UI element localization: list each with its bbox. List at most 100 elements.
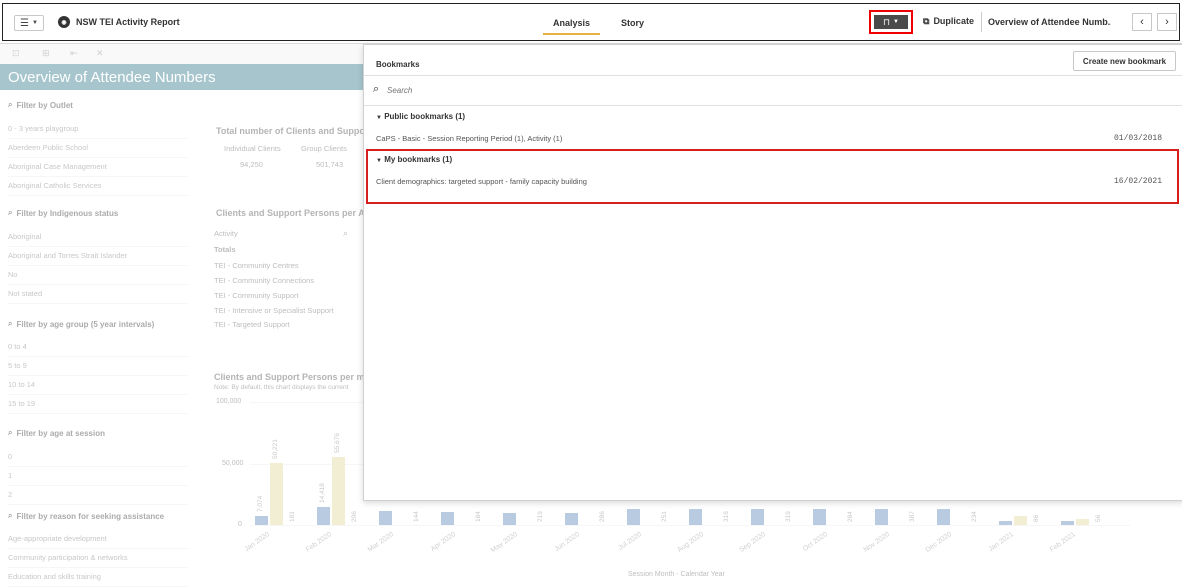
x-tick-label: Feb 2021 bbox=[1048, 531, 1078, 554]
bookmark-search-input[interactable] bbox=[387, 82, 1087, 98]
selections-tool-icon[interactable]: ⊞ bbox=[42, 48, 50, 59]
table-row[interactable]: TEI - Community Connections bbox=[214, 276, 314, 285]
bar-value-label: 55,676 bbox=[334, 432, 341, 453]
bar-series-2[interactable] bbox=[1014, 516, 1027, 525]
filter-list-item[interactable]: 10 to 14 bbox=[8, 376, 188, 395]
table-row[interactable]: TEI - Targeted Support bbox=[214, 320, 290, 329]
bar-value-label: 387 bbox=[909, 511, 916, 522]
bar-series-1[interactable] bbox=[441, 512, 454, 525]
filter-list-item[interactable]: Aboriginal and Torres Strait Islander bbox=[8, 247, 188, 266]
x-tick-label: Feb 2020 bbox=[304, 531, 334, 554]
x-tick-label: Nov 2020 bbox=[862, 531, 892, 554]
x-tick-label: Dec 2020 bbox=[924, 531, 954, 554]
bar-value-label: 319 bbox=[785, 511, 792, 522]
caret-down-icon: ▼ bbox=[32, 20, 38, 26]
bookmark-item-name[interactable]: CaPS - Basic - Session Reporting Period … bbox=[376, 134, 562, 143]
bookmarks-button-highlight[interactable]: ⊓ ▼ bbox=[869, 10, 913, 34]
bookmark-icon: ⊓ bbox=[883, 16, 891, 27]
x-tick-label: Mar 2020 bbox=[366, 531, 396, 554]
search-icon[interactable]: ⌕ bbox=[343, 228, 348, 239]
sheet-title: Overview of Attendee Numbers bbox=[8, 69, 216, 86]
bar-series-1[interactable] bbox=[379, 511, 392, 525]
bar-value-label: 7,074 bbox=[257, 496, 264, 513]
bar-value-label: 86 bbox=[1033, 514, 1040, 522]
filter-list-item[interactable]: Aboriginal bbox=[8, 228, 188, 247]
filter-list-item[interactable]: No bbox=[8, 266, 188, 285]
bar-series-1[interactable] bbox=[1061, 521, 1074, 525]
bar-series-1[interactable] bbox=[565, 513, 578, 525]
filter-list-item[interactable]: Age-appropriate development bbox=[8, 530, 188, 549]
step-back-icon[interactable]: ⇤ bbox=[70, 48, 78, 59]
filter-list-item[interactable]: 1 bbox=[8, 467, 188, 486]
duplicate-button[interactable]: ⧉ Duplicate bbox=[923, 16, 974, 27]
hamburger-icon: ☰ bbox=[20, 17, 29, 29]
search-icon[interactable]: ⌕ bbox=[8, 100, 12, 110]
x-axis-title: Session Month - Calendar Year bbox=[628, 571, 725, 578]
bar-series-2[interactable] bbox=[332, 456, 345, 525]
clear-selections-icon[interactable]: ✕ bbox=[96, 48, 104, 59]
tab-analysis[interactable]: Analysis bbox=[542, 18, 601, 35]
x-tick-label: Jun 2020 bbox=[553, 531, 582, 554]
search-icon[interactable]: ⌕ bbox=[8, 511, 12, 521]
filter-list-item[interactable]: 15 to 19 bbox=[8, 395, 188, 414]
chart-title: Clients and Support Persons per mor bbox=[214, 372, 374, 382]
bar-series-2[interactable] bbox=[1076, 519, 1089, 525]
previous-sheet-button[interactable]: ‹ bbox=[1132, 13, 1152, 31]
bar-series-2[interactable] bbox=[270, 463, 283, 525]
bookmarks-button[interactable]: ⊓ ▼ bbox=[874, 15, 908, 29]
filter-list-item[interactable]: 0 bbox=[8, 448, 188, 467]
sheet-selector-label: Overview of Attendee Numb... bbox=[988, 17, 1111, 27]
filter-list-item[interactable]: Education and skills training bbox=[8, 568, 188, 587]
bar-series-1[interactable] bbox=[813, 509, 826, 525]
table-row[interactable]: TEI - Intensive or Specialist Support bbox=[214, 306, 334, 315]
my-bookmarks-highlight bbox=[366, 149, 1179, 204]
bar-series-1[interactable] bbox=[503, 513, 516, 525]
filter-age-session-title: ⌕ Filter by age at session bbox=[8, 428, 105, 438]
search-icon: ⌕ bbox=[373, 83, 380, 95]
search-icon[interactable]: ⌕ bbox=[8, 428, 12, 438]
next-sheet-button[interactable]: › bbox=[1157, 13, 1177, 31]
smart-search-icon[interactable]: ⊡ bbox=[12, 48, 20, 59]
filter-list-item[interactable]: 5 to 9 bbox=[8, 357, 188, 376]
filter-list-item[interactable]: Aboriginal Case Management bbox=[8, 158, 188, 177]
bar-series-1[interactable] bbox=[875, 509, 888, 525]
bar-value-label: 56 bbox=[1095, 514, 1102, 522]
filter-list-item[interactable]: Aberdeen Public School bbox=[8, 139, 188, 158]
tab-story[interactable]: Story bbox=[621, 18, 644, 28]
bar-series-1[interactable] bbox=[255, 516, 268, 525]
bar-series-1[interactable] bbox=[937, 509, 950, 525]
table-row[interactable]: TEI - Community Centres bbox=[214, 261, 299, 270]
filter-list-item[interactable]: 0 - 3 years playgroup bbox=[8, 120, 188, 139]
bar-series-1[interactable] bbox=[751, 509, 764, 525]
x-tick-label: Sep 2020 bbox=[738, 531, 768, 554]
search-icon[interactable]: ⌕ bbox=[8, 208, 12, 218]
sheet-selector[interactable]: Overview of Attendee Numb... ▭ ▼ bbox=[981, 12, 1111, 32]
bar-value-label: 234 bbox=[971, 511, 978, 522]
search-icon[interactable]: ⌕ bbox=[8, 319, 12, 329]
create-new-bookmark-button[interactable]: Create new bookmark bbox=[1073, 51, 1176, 71]
duplicate-label: Duplicate bbox=[933, 16, 974, 26]
kpi-col1-label: Individual Clients bbox=[224, 144, 281, 153]
sheet-title-bar: Overview of Attendee Numbers bbox=[0, 64, 363, 90]
bar-value-label: 14,418 bbox=[319, 483, 326, 504]
filter-outlet-title: ⌕ Filter by Outlet bbox=[8, 100, 73, 110]
filter-indigenous-title: ⌕ Filter by Indigenous status bbox=[8, 208, 119, 218]
bar-series-1[interactable] bbox=[689, 509, 702, 525]
activity-column-header[interactable]: Activity bbox=[214, 229, 238, 238]
bar-series-1[interactable] bbox=[627, 509, 640, 525]
gridline bbox=[250, 525, 1130, 526]
bar-series-1[interactable] bbox=[999, 521, 1012, 525]
filter-list-item[interactable]: 0 to 4 bbox=[8, 338, 188, 357]
filter-list-item[interactable]: Aboriginal Catholic Services bbox=[8, 177, 188, 196]
public-bookmarks-group[interactable]: ▼ Public bookmarks (1) bbox=[376, 112, 465, 121]
filter-list-item[interactable]: Not stated bbox=[8, 285, 188, 304]
filter-list-item[interactable]: 2 bbox=[8, 486, 188, 505]
bar-series-1[interactable] bbox=[317, 507, 330, 525]
navigation-menu-button[interactable]: ☰ ▼ bbox=[14, 15, 44, 31]
chevron-right-icon: › bbox=[1165, 16, 1169, 28]
kpi-col2-value: 501,743 bbox=[316, 160, 344, 169]
table-row[interactable]: TEI - Community Support bbox=[214, 291, 299, 300]
filter-list-item[interactable]: Community participation & networks bbox=[8, 549, 188, 568]
duplicate-icon: ⧉ bbox=[923, 16, 930, 26]
chart-note: Note: By default, this chart displays th… bbox=[214, 384, 349, 391]
